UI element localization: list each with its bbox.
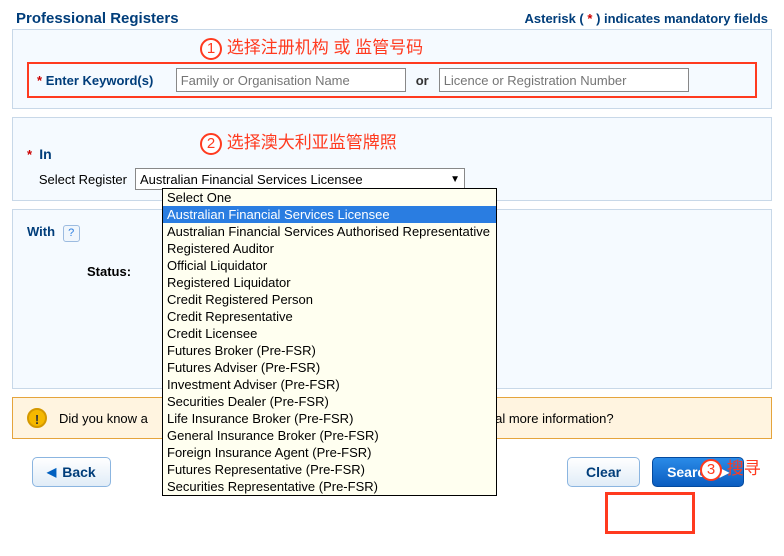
keyword-row: * Enter Keyword(s) or	[27, 62, 757, 98]
arrow-right-icon: ▶	[720, 465, 729, 479]
asterisk-icon: *	[37, 73, 42, 88]
select-register-label: Select Register	[27, 172, 135, 187]
select-option[interactable]: Futures Adviser (Pre-FSR)	[163, 359, 496, 376]
select-option[interactable]: Foreign Insurance Agent (Pre-FSR)	[163, 444, 496, 461]
asterisk-icon: *	[587, 11, 592, 26]
licence-number-input[interactable]	[439, 68, 689, 92]
select-option[interactable]: Registered Liquidator	[163, 274, 496, 291]
select-option[interactable]: Credit Registered Person	[163, 291, 496, 308]
or-text: or	[416, 73, 429, 88]
select-register-dropdown[interactable]: Australian Financial Services Licensee ▼	[135, 168, 465, 190]
select-option[interactable]: Australian Financial Services Licensee	[163, 206, 496, 223]
org-name-input[interactable]	[176, 68, 406, 92]
annotation-search-frame	[605, 492, 695, 534]
select-option[interactable]: Securities Dealer (Pre-FSR)	[163, 393, 496, 410]
mandatory-note: Asterisk ( * ) indicates mandatory field…	[525, 11, 769, 26]
search-button[interactable]: Search ▶	[652, 457, 744, 487]
select-option[interactable]: Futures Representative (Pre-FSR)	[163, 461, 496, 478]
help-icon[interactable]: ?	[63, 225, 80, 242]
arrow-left-icon: ◀	[47, 465, 56, 479]
select-option[interactable]: Select One	[163, 189, 496, 206]
select-option[interactable]: Official Liquidator	[163, 257, 496, 274]
select-option[interactable]: Futures Broker (Pre-FSR)	[163, 342, 496, 359]
page-title: Professional Registers	[16, 10, 179, 27]
info-text-suffix: eal more information?	[488, 411, 614, 426]
keyword-label: Enter Keyword(s)	[46, 73, 176, 88]
clear-button[interactable]: Clear	[567, 457, 640, 487]
select-option[interactable]: Australian Financial Services Authorised…	[163, 223, 496, 240]
select-option[interactable]: Registered Auditor	[163, 240, 496, 257]
select-option[interactable]: Credit Representative	[163, 308, 496, 325]
info-text-prefix: Did you know a	[59, 411, 148, 426]
in-label: In	[39, 146, 51, 162]
asterisk-icon: *	[27, 147, 32, 162]
select-option[interactable]: General Insurance Broker (Pre-FSR)	[163, 427, 496, 444]
select-option[interactable]: Securities Representative (Pre-FSR)	[163, 478, 496, 495]
alert-icon: !	[27, 408, 47, 428]
chevron-down-icon: ▼	[450, 174, 460, 185]
select-option[interactable]: Investment Adviser (Pre-FSR)	[163, 376, 496, 393]
select-option[interactable]: Life Insurance Broker (Pre-FSR)	[163, 410, 496, 427]
back-button[interactable]: ◀ Back	[32, 457, 111, 487]
select-option[interactable]: Credit Licensee	[163, 325, 496, 342]
select-register-options[interactable]: Select OneAustralian Financial Services …	[162, 188, 497, 496]
with-label: With	[27, 224, 55, 239]
